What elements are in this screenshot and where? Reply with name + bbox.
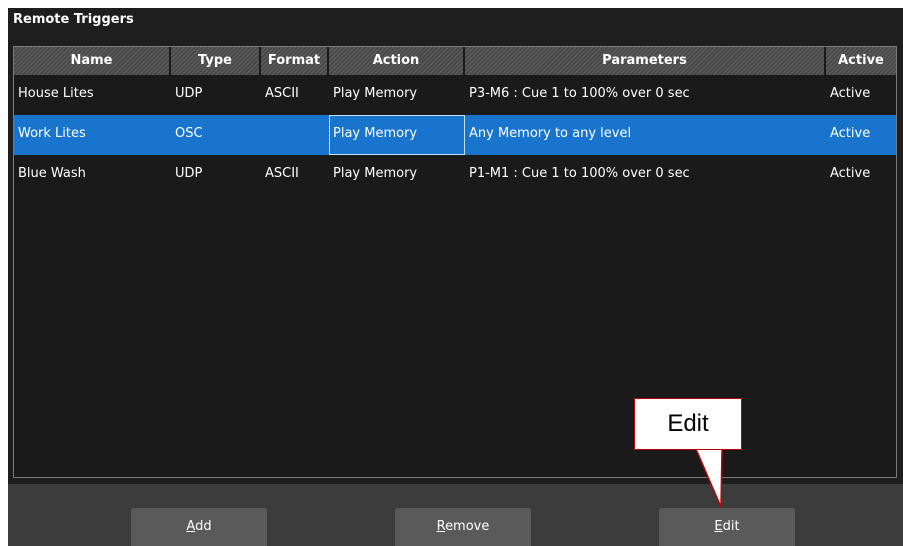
edit-callout: Edit (634, 398, 742, 450)
callout-pointer (695, 447, 723, 508)
